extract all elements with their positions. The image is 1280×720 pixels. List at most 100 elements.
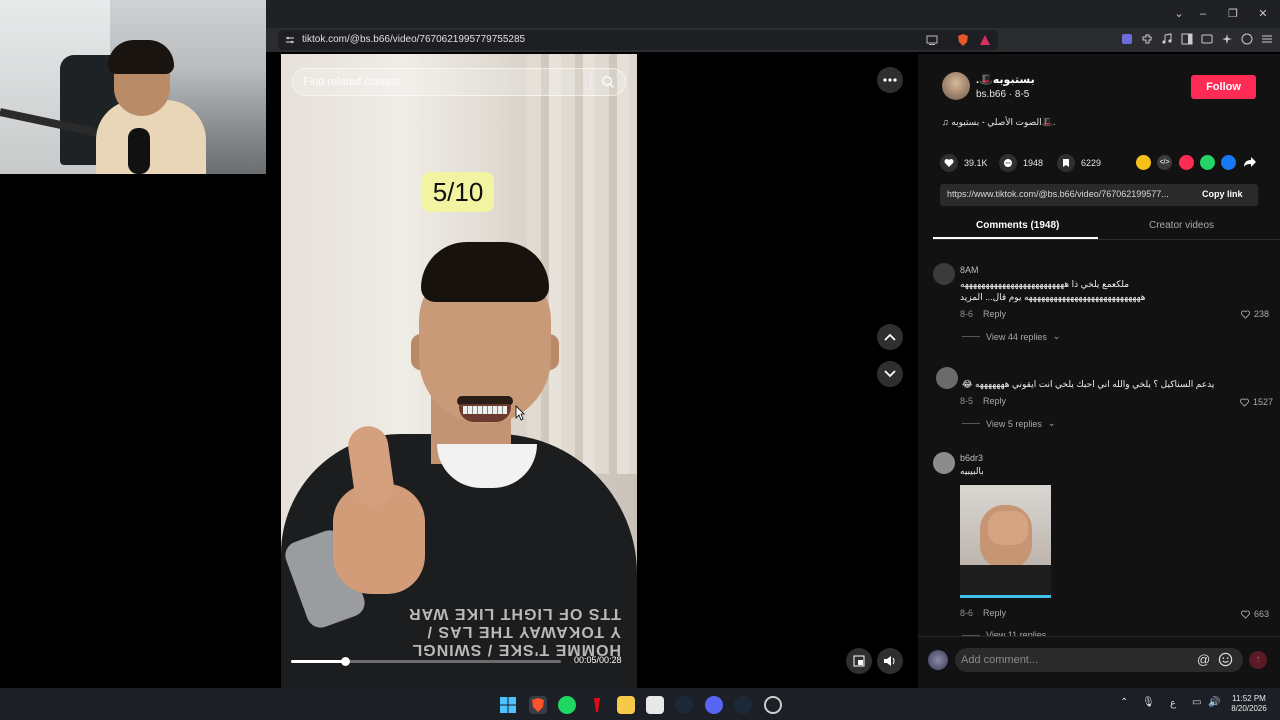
extension-icon[interactable] (1120, 32, 1136, 48)
leo-ai-icon[interactable] (1220, 32, 1236, 48)
music-note-icon[interactable] (1160, 32, 1176, 48)
wallet-icon[interactable] (1200, 32, 1216, 48)
search-icon[interactable] (601, 75, 615, 89)
comment-icon[interactable] (999, 154, 1017, 172)
volume-icon[interactable]: 🔊 (1208, 697, 1220, 708)
steam-icon[interactable] (675, 696, 693, 714)
reply-button[interactable]: Reply (983, 396, 1006, 406)
brave-rewards-icon[interactable] (978, 33, 992, 47)
comment-stat[interactable]: 1948 (999, 154, 1043, 172)
chevron-down-icon (884, 370, 896, 378)
comment-like[interactable]: 1527 (1240, 397, 1273, 407)
heart-icon[interactable] (940, 154, 958, 172)
heart-outline-icon (1241, 609, 1250, 619)
comment-text: يدعم السناكيل ؟ يلخي والله اني احبك يلخي… (962, 379, 1215, 389)
language-indicator[interactable]: ع (1170, 698, 1176, 709)
reply-button[interactable]: Reply (983, 309, 1006, 319)
speaker-icon (884, 656, 895, 666)
tab-creator-videos[interactable]: Creator videos (1149, 220, 1214, 231)
progress-handle[interactable] (341, 657, 350, 666)
url-field[interactable]: tiktok.com/@bs.b66/video/767062199577975… (278, 30, 998, 50)
comment-username[interactable]: 8AM (960, 265, 979, 275)
volume-button[interactable] (877, 648, 903, 674)
network-icon[interactable]: ▭ (1192, 697, 1201, 708)
pip-icon (853, 655, 865, 667)
comment-avatar[interactable] (936, 367, 958, 389)
send-comment-button[interactable]: ↑ (1249, 651, 1267, 669)
brave-shield-icon[interactable] (956, 33, 970, 47)
close-window-button[interactable]: ✕ (1255, 6, 1271, 22)
tab-comments[interactable]: Comments (1948) (976, 220, 1059, 231)
mini-player-button[interactable] (846, 648, 872, 674)
related-search-input[interactable]: Find related content (292, 68, 626, 96)
discord-icon[interactable] (705, 696, 723, 714)
facebook-icon[interactable] (1221, 155, 1236, 170)
site-info-icon[interactable] (284, 34, 296, 46)
share-repost-icon[interactable] (1136, 155, 1151, 170)
active-tab-indicator (933, 237, 1098, 239)
mention-icon[interactable]: @ (1197, 652, 1210, 667)
more-icon (883, 78, 897, 82)
system-clock[interactable]: 11:52 PM 8/20/2026 (1226, 694, 1272, 714)
share-send-icon[interactable] (1179, 155, 1194, 170)
webcam-overlay (0, 0, 266, 174)
whatsapp-icon[interactable] (1200, 155, 1215, 170)
previous-video-button[interactable] (877, 324, 903, 350)
file-explorer-icon[interactable] (617, 696, 635, 714)
minimize-button[interactable]: – (1195, 6, 1211, 22)
restore-button[interactable]: ❐ (1225, 6, 1241, 22)
arrow-up-icon: ↑ (1255, 654, 1261, 665)
tabs-divider (933, 239, 1280, 240)
vpn-shield-icon[interactable] (1240, 32, 1256, 48)
mouse-cursor-icon (515, 405, 525, 421)
next-video-button[interactable] (877, 361, 903, 387)
taskbar (0, 688, 1280, 720)
red-app-icon[interactable] (588, 696, 606, 714)
view-replies-button[interactable]: View 5 replies ⌄ (962, 418, 1055, 429)
comment-text: ههههههههههههههههههههههههههههه يوم قال...… (960, 292, 1146, 302)
chevron-up-icon[interactable]: ⌃ (1120, 697, 1128, 708)
comment-username[interactable]: b6dr3 (960, 453, 983, 463)
heart-outline-icon (1241, 309, 1250, 319)
reply-button[interactable]: Reply (983, 608, 1006, 618)
author-handle[interactable]: bs.b66 · 8-5 (976, 89, 1029, 100)
like-stat[interactable]: 39.1K (940, 154, 988, 172)
chevron-down-icon[interactable]: ⌄ (1171, 6, 1187, 22)
circle-app-icon[interactable] (764, 696, 782, 714)
share-link-text[interactable]: https://www.tiktok.com/@bs.b66/video/767… (947, 189, 1191, 199)
save-stat[interactable]: 6229 (1057, 154, 1101, 172)
comment-like[interactable]: 663 (1241, 609, 1269, 619)
sidebar-icon[interactable] (1180, 32, 1196, 48)
microphone (128, 128, 150, 174)
spotify-icon[interactable] (558, 696, 576, 714)
windows-start-icon[interactable] (499, 696, 517, 714)
chevron-up-icon (884, 333, 896, 341)
puzzle-icon[interactable] (1140, 32, 1156, 48)
microsoft-store-icon[interactable] (646, 696, 664, 714)
copy-link-button[interactable]: Copy link (1202, 189, 1243, 199)
steam-2-icon[interactable] (734, 696, 752, 714)
microphone-icon[interactable]: 🎙 (1142, 697, 1155, 708)
video-player[interactable]: HOMME T'SKE / SWINGL Y TOKAWAY THE LAS /… (281, 54, 637, 688)
share-arrow-icon[interactable] (1243, 156, 1257, 168)
comment-avatar[interactable] (933, 263, 955, 285)
comment-image[interactable] (960, 485, 1051, 598)
brave-icon[interactable] (529, 696, 547, 714)
author-display-name[interactable]: بستبوبه🎩. (976, 73, 1035, 86)
comment-like[interactable]: 238 (1241, 309, 1269, 319)
my-avatar[interactable] (928, 650, 948, 670)
emoji-icon[interactable] (1218, 652, 1233, 667)
view-replies-button[interactable]: View 44 replies ⌄ (962, 331, 1060, 342)
more-options-button[interactable] (877, 67, 903, 93)
comment-text: ملكعمع يلخي ذا ههههههههههههههههههههههههه… (960, 279, 1130, 289)
bookmark-icon[interactable] (1057, 154, 1075, 172)
comment-date: 8-6 (960, 309, 974, 319)
video-progress-bar[interactable] (291, 657, 561, 666)
author-avatar[interactable] (942, 72, 970, 100)
follow-button[interactable]: Follow (1191, 75, 1256, 99)
comment-avatar[interactable] (933, 452, 955, 474)
menu-icon[interactable] (1260, 32, 1276, 48)
music-line[interactable]: ♫ الصوت الأصلي - بستبوبه🎩. (942, 117, 1055, 128)
embed-icon[interactable]: </> (1157, 155, 1172, 170)
cast-icon[interactable] (926, 34, 938, 46)
